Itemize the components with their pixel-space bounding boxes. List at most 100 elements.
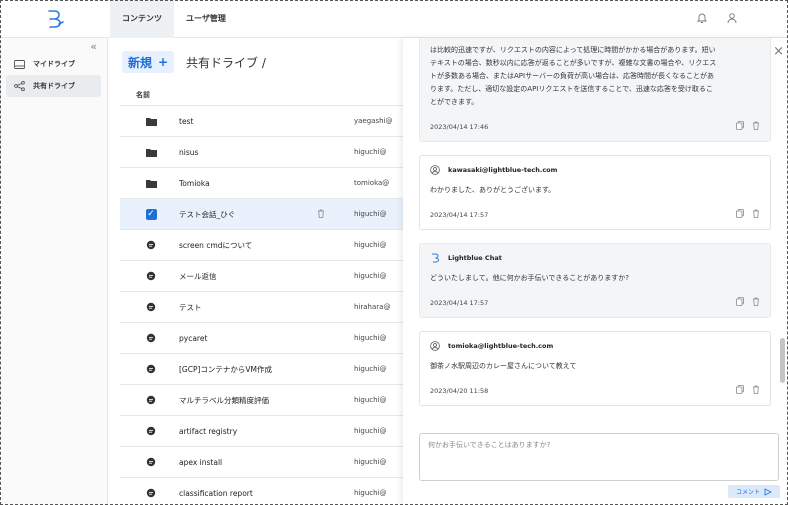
file-owner: higuchi@ — [354, 272, 387, 280]
file-owner: yaegashi@ — [354, 117, 393, 125]
message-footer: 2023/04/14 17:57 — [430, 297, 760, 308]
folder-icon — [145, 146, 157, 158]
file-owner: hirahara@ — [354, 303, 391, 311]
trash-icon[interactable] — [752, 297, 760, 308]
trash-icon[interactable] — [752, 209, 760, 220]
message-actions — [736, 209, 760, 220]
file-owner: higuchi@ — [354, 241, 387, 249]
file-name[interactable]: test — [179, 117, 193, 126]
share-icon — [14, 81, 25, 91]
app-logo[interactable] — [0, 0, 110, 38]
file-owner: higuchi@ — [354, 334, 387, 342]
sidebar-item-label: 共有ドライブ — [33, 82, 75, 90]
table-row[interactable]: ✓ テスト会話_ひぐ higuchi@ — [120, 199, 408, 230]
column-header-name[interactable]: 名前 — [136, 90, 150, 100]
message-body: わかりました、ありがとうございます。 — [430, 184, 760, 197]
bell-icon[interactable] — [696, 12, 708, 26]
table-row[interactable]: screen cmdについて higuchi@ — [120, 230, 408, 261]
new-button[interactable]: 新規 + — [122, 51, 174, 73]
file-owner: higuchi@ — [354, 365, 387, 373]
file-name[interactable]: [GCP]コンテナからVM作成 — [179, 364, 272, 375]
table-row[interactable]: pycaret higuchi@ — [120, 323, 408, 354]
file-name[interactable]: classification report — [179, 489, 253, 498]
message-footer: 2023/04/14 17:57 — [430, 209, 760, 220]
user-icon[interactable] — [726, 12, 738, 26]
message-line: 御茶ノ水駅周辺のカレー屋さんについて教えて — [430, 362, 577, 370]
sidebar: « マイドライブ 共有ドライブ — [0, 38, 108, 505]
file-name[interactable]: apex install — [179, 458, 222, 467]
file-name[interactable]: テスト — [179, 302, 202, 313]
message-timestamp: 2023/04/20 11:58 — [430, 386, 489, 395]
file-name[interactable]: artifact registry — [179, 427, 237, 436]
message-line: ります。ただし、適切な設定のAPIリクエストを送信することで、迅速な応答を受け取… — [430, 85, 713, 93]
file-name[interactable]: pycaret — [179, 334, 207, 343]
comment-input[interactable]: 何かお手伝いできることはありますか? — [419, 433, 779, 481]
sidebar-item-shared-drive[interactable]: 共有ドライブ — [6, 75, 101, 97]
file-name[interactable]: screen cmdについて — [179, 240, 252, 251]
send-comment-button[interactable]: コメント — [728, 485, 780, 498]
table-row[interactable]: classification report higuchi@ — [120, 478, 408, 505]
message-body: どういたしまして。他に何かお手伝いできることがありますか? — [430, 272, 760, 285]
plus-icon: + — [157, 55, 169, 69]
message-sender: tomioka@lightblue-tech.com — [430, 341, 760, 351]
tab-contents[interactable]: コンテンツ — [110, 0, 174, 38]
chat-icon — [145, 332, 157, 344]
message-sender: kawasaki@lightblue-tech.com — [430, 165, 760, 175]
table-row[interactable]: マルチラベル分類精度評価 higuchi@ — [120, 385, 408, 416]
scrollbar[interactable] — [780, 338, 785, 383]
message-footer: 2023/04/14 17:46 — [430, 121, 760, 132]
file-owner: higuchi@ — [354, 396, 387, 404]
chat-icon — [145, 425, 157, 437]
user-avatar-icon — [430, 165, 440, 175]
table-row[interactable]: [GCP]コンテナからVM作成 higuchi@ — [120, 354, 408, 385]
file-name[interactable]: Tomioka — [179, 179, 210, 188]
table-row[interactable]: test yaegashi@ — [120, 106, 408, 137]
chat-message: Lightblue Chat どういたしまして。他に何かお手伝いできることがありま… — [419, 243, 771, 318]
trash-icon[interactable] — [752, 121, 760, 132]
table-row[interactable]: メール返信 higuchi@ — [120, 261, 408, 292]
table-row[interactable]: artifact registry higuchi@ — [120, 416, 408, 447]
chat-icon — [145, 363, 157, 375]
message-actions — [736, 385, 760, 396]
copy-icon[interactable] — [736, 297, 744, 308]
file-name[interactable]: テスト会話_ひぐ — [179, 209, 235, 220]
copy-icon[interactable] — [736, 385, 744, 396]
chat-message: tomioka@lightblue-tech.com 御茶ノ水駅周辺のカレー屋さん… — [419, 331, 771, 406]
chat-icon — [145, 239, 157, 251]
close-icon[interactable]: × — [773, 44, 784, 59]
trash-icon[interactable] — [317, 209, 325, 220]
chat-icon — [145, 487, 157, 499]
file-name[interactable]: マルチラベル分類精度評価 — [179, 395, 269, 406]
file-owner: higuchi@ — [354, 458, 387, 466]
sidebar-item-label: マイドライブ — [33, 60, 75, 68]
send-label: コメント — [735, 489, 760, 496]
message-line: トが多数ある場合、またはAPIサーバーの負荷が高い場合は、応答時間が長くなること… — [430, 72, 715, 80]
checkbox[interactable]: ✓ — [145, 208, 157, 220]
trash-icon[interactable] — [752, 385, 760, 396]
lightblue-logo-icon — [48, 9, 64, 28]
file-owner: higuchi@ — [354, 427, 387, 435]
table-row[interactable]: テスト hirahara@ — [120, 292, 408, 323]
chat-icon — [145, 301, 157, 313]
message-line: は比較的迅速ですが、リクエストの内容によって処理に時間がかかる場合があります。短… — [430, 46, 716, 54]
tab-user-management[interactable]: ユーザ管理 — [174, 0, 238, 38]
message-body: は比較的迅速ですが、リクエストの内容によって処理に時間がかかる場合があります。短… — [430, 44, 760, 109]
table-row[interactable]: nisus higuchi@ — [120, 137, 408, 168]
sidebar-item-my-drive[interactable]: マイドライブ — [6, 53, 101, 75]
sender-name: Lightblue Chat — [448, 254, 502, 262]
breadcrumb: 共有ドライブ / — [186, 56, 266, 70]
top-icons — [696, 12, 738, 26]
message-timestamp: 2023/04/14 17:46 — [430, 122, 489, 131]
file-owner: tomioka@ — [354, 179, 390, 187]
file-name[interactable]: nisus — [179, 148, 198, 157]
message-timestamp: 2023/04/14 17:57 — [430, 210, 489, 219]
file-name[interactable]: メール返信 — [179, 271, 217, 282]
collapse-sidebar-icon[interactable]: « — [90, 40, 97, 53]
table-row[interactable]: Tomioka tomioka@ — [120, 168, 408, 199]
table-row[interactable]: apex install higuchi@ — [120, 447, 408, 478]
chat-message: kawasaki@lightblue-tech.com わかりました、ありがとうご… — [419, 155, 771, 230]
top-nav: コンテンツ ユーザ管理 — [110, 0, 238, 38]
chat-icon — [145, 270, 157, 282]
copy-icon[interactable] — [736, 209, 744, 220]
copy-icon[interactable] — [736, 121, 744, 132]
